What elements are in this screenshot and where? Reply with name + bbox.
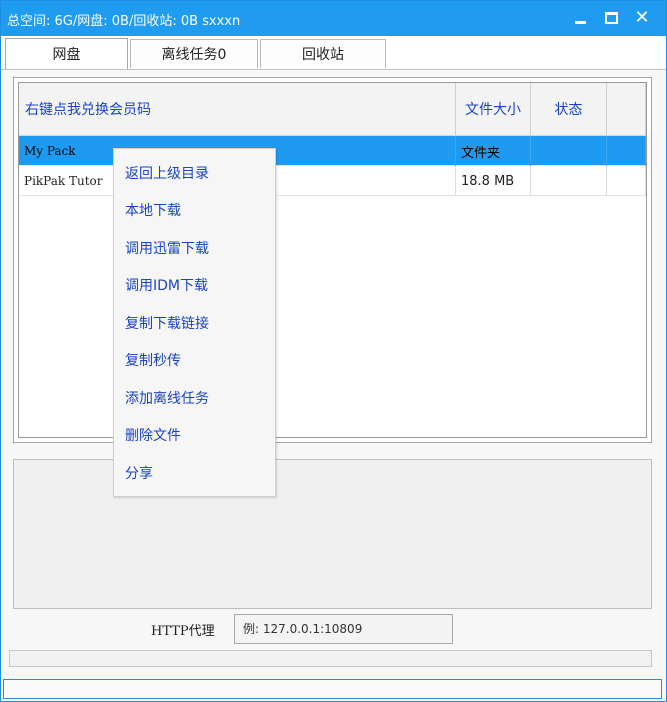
tab-offline-tasks[interactable]: 离线任务0 (130, 39, 258, 68)
file-extra (607, 136, 646, 166)
details-panel (13, 459, 652, 609)
menu-item-thunder-download[interactable]: 调用迅雷下载 (114, 231, 275, 265)
proxy-label: HTTP代理 (151, 624, 215, 639)
close-button[interactable]: ✕ (630, 7, 654, 29)
tab-cloud-drive[interactable]: 网盘 (5, 38, 128, 69)
menu-item-local-download[interactable]: 本地下载 (114, 193, 275, 227)
menu-item-delete-file[interactable]: 删除文件 (114, 418, 275, 452)
file-list-panel: 右键点我兑换会员码 文件大小 状态 My Pack 文件夹 PikPak Tut… (13, 77, 652, 443)
tab-bar: 网盘 离线任务0 回收站 (1, 36, 666, 70)
minimize-icon (574, 20, 586, 24)
column-header-status[interactable]: 状态 (531, 83, 607, 135)
column-header-extra (607, 83, 646, 135)
menu-item-copy-download-link[interactable]: 复制下载链接 (114, 306, 275, 340)
file-extra (607, 166, 646, 196)
proxy-input[interactable] (234, 614, 453, 644)
context-menu: 返回上级目录 本地下载 调用迅雷下载 调用IDM下载 复制下载链接 复制秒传 添… (113, 148, 276, 497)
close-icon: ✕ (634, 7, 650, 28)
title-bar[interactable]: 总空间: 6G/网盘: 0B/回收站: 0B sxxxn ✕ (1, 1, 666, 36)
status-bar (3, 679, 662, 699)
file-size: 18.8 MB (456, 166, 531, 196)
file-list-header: 右键点我兑换会员码 文件大小 状态 (19, 83, 646, 136)
app-window: 总空间: 6G/网盘: 0B/回收站: 0B sxxxn ✕ 网盘 离线任务0 … (0, 0, 667, 702)
menu-item-share[interactable]: 分享 (114, 456, 275, 490)
column-header-name[interactable]: 右键点我兑换会员码 (19, 83, 456, 135)
maximize-icon (604, 12, 618, 24)
tab-recycle-bin[interactable]: 回收站 (260, 39, 386, 68)
window-title: 总空间: 6G/网盘: 0B/回收站: 0B sxxxn (7, 14, 241, 29)
menu-item-copy-rapid-upload[interactable]: 复制秒传 (114, 343, 275, 377)
column-header-size[interactable]: 文件大小 (456, 83, 531, 135)
maximize-button[interactable] (599, 7, 623, 29)
file-status (531, 166, 607, 196)
file-size: 文件夹 (456, 136, 531, 166)
file-status (531, 136, 607, 166)
menu-item-go-up[interactable]: 返回上级目录 (114, 156, 275, 190)
menu-item-add-offline-task[interactable]: 添加离线任务 (114, 381, 275, 415)
menu-item-idm-download[interactable]: 调用IDM下载 (114, 268, 275, 302)
progress-bar (9, 650, 652, 667)
minimize-button[interactable] (568, 7, 592, 29)
